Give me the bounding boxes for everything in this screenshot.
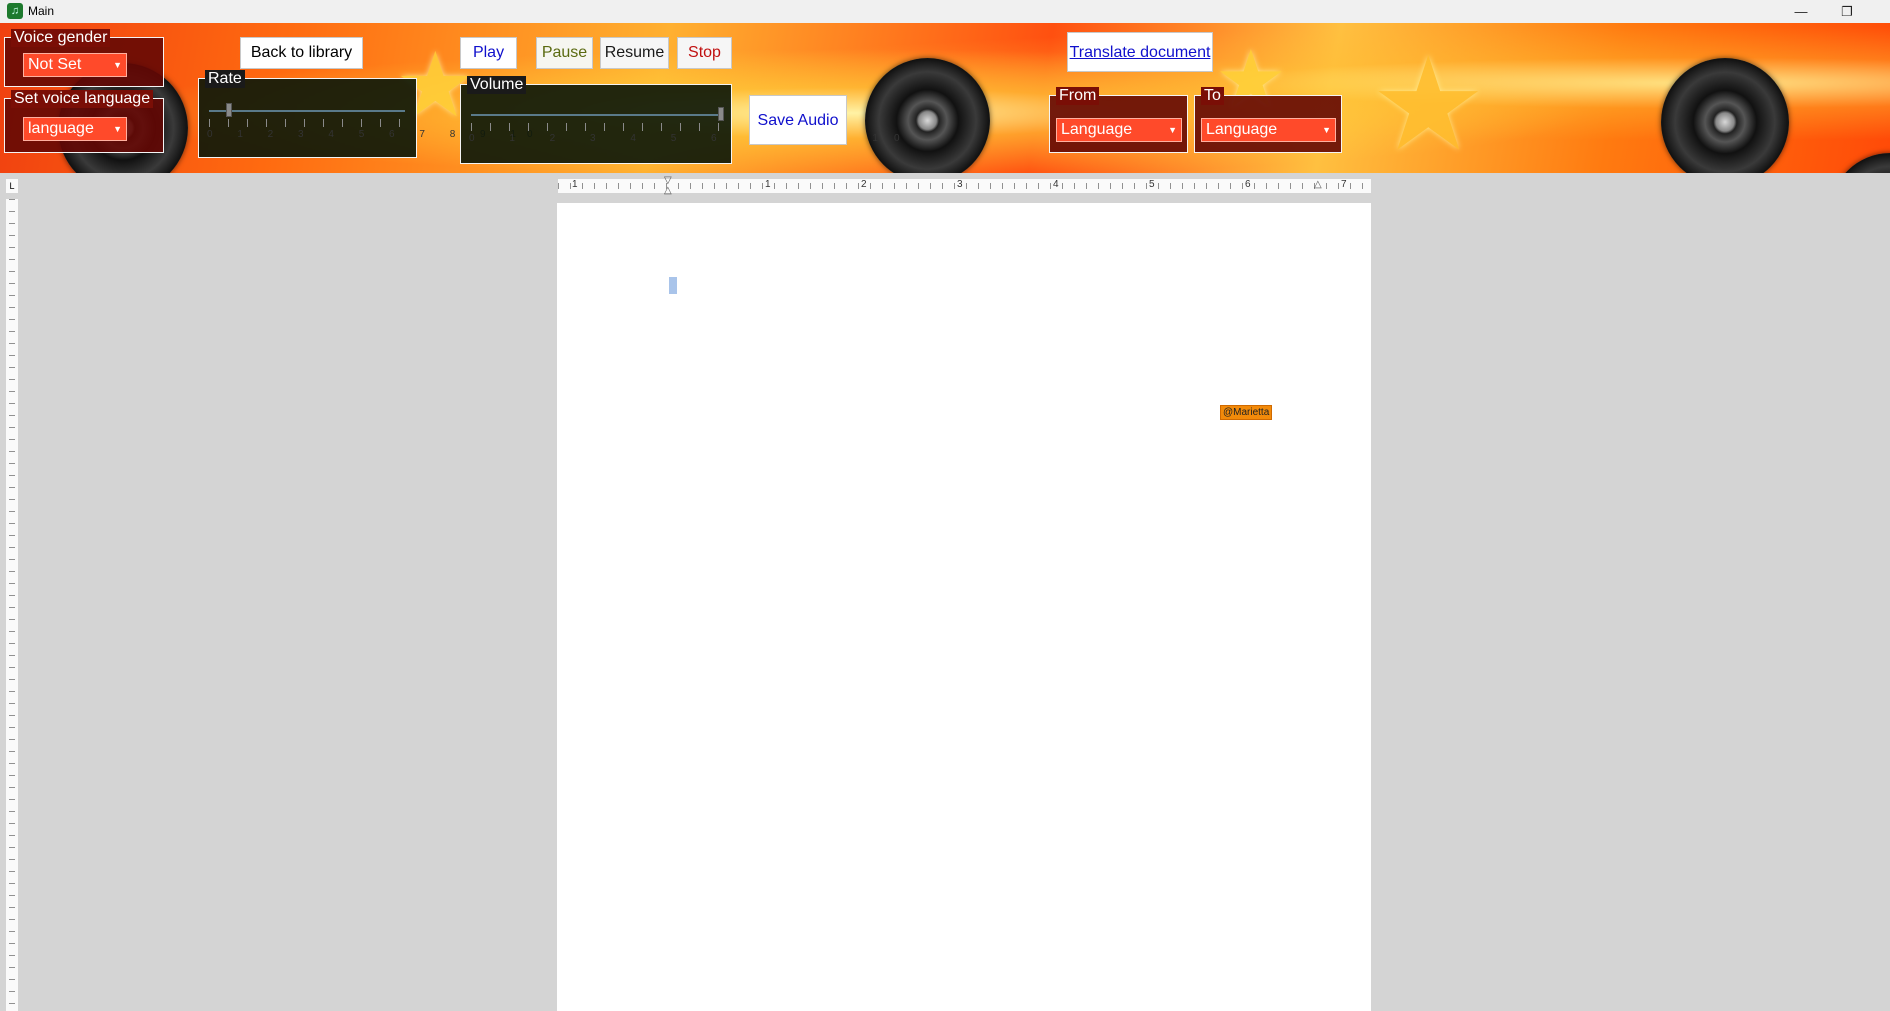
rate-ticks <box>209 119 405 127</box>
horizontal-ruler[interactable]: 1 1 2 3 4 5 6 7 ▽ △ △ <box>558 175 1371 196</box>
from-language-value: Language <box>1061 121 1133 138</box>
voice-gender-group: Voice gender Not Set ▼ <box>4 29 164 87</box>
ruler-mark: 7 <box>1341 179 1347 190</box>
chevron-down-icon: ▼ <box>113 124 122 134</box>
vertical-ruler[interactable] <box>6 199 18 1011</box>
toolbar: ★ ★ ★ Voice gender Not Set ▼ Set voice l… <box>0 23 1890 173</box>
window-title: Main <box>28 4 55 18</box>
voice-gender-select[interactable]: Not Set ▼ <box>23 53 127 77</box>
from-language-select[interactable]: Language ▼ <box>1056 118 1182 142</box>
document-editor[interactable]: L 1 1 2 3 4 5 6 7 ▽ △ △ @Marietta <box>0 173 1890 1011</box>
translate-document-button[interactable]: Translate document <box>1067 32 1213 72</box>
chevron-down-icon: ▼ <box>1168 125 1177 135</box>
voice-language-group: Set voice language language ▼ <box>4 90 164 153</box>
save-audio-button[interactable]: Save Audio <box>749 95 847 145</box>
rate-group: Rate 0 1 2 3 4 5 6 7 8 9 10 <box>198 70 533 158</box>
from-language-group: From Language ▼ <box>1049 87 1188 153</box>
resume-button[interactable]: Resume <box>600 37 669 69</box>
volume-tick-labels: 0 1 2 3 4 5 6 7 8 9 10 <box>469 133 916 144</box>
voice-gender-value: Not Set <box>28 56 82 73</box>
voice-gender-legend: Voice gender <box>11 29 111 47</box>
speaker-decoration-icon <box>1830 153 1890 173</box>
text-caret <box>669 277 677 294</box>
to-language-value: Language <box>1206 121 1278 138</box>
to-language-select[interactable]: Language ▼ <box>1201 118 1336 142</box>
minimize-button[interactable]: — <box>1778 0 1824 23</box>
volume-slider-track <box>471 114 721 116</box>
restore-button[interactable]: ❐ <box>1824 0 1870 23</box>
voice-language-value: language <box>28 120 94 137</box>
volume-ticks <box>471 123 721 131</box>
star-decoration-icon: ★ <box>1370 31 1487 173</box>
right-indent-icon[interactable]: △ <box>1314 179 1322 190</box>
rate-slider-thumb[interactable] <box>225 103 232 117</box>
volume-group: Volume 0 1 2 3 4 5 6 7 8 9 10 <box>460 76 900 164</box>
document-page[interactable]: @Marietta <box>557 203 1371 1011</box>
ruler-ticks <box>9 199 15 1011</box>
rate-slider-track <box>209 110 405 112</box>
speaker-decoration-icon <box>865 58 990 173</box>
ruler-mark: 3 <box>957 179 963 190</box>
ruler-mark: 2 <box>861 179 867 190</box>
play-button[interactable]: Play <box>460 37 517 69</box>
from-legend: From <box>1056 87 1100 105</box>
to-legend: To <box>1201 87 1224 105</box>
ruler-mark: 6 <box>1245 179 1251 190</box>
ruler-mark: 1 <box>765 179 771 190</box>
title-bar: ♫ Main — ❐ <box>0 0 1890 23</box>
back-to-library-button[interactable]: Back to library <box>240 37 363 69</box>
to-language-group: To Language ▼ <box>1194 87 1342 153</box>
volume-slider-thumb[interactable] <box>718 107 724 121</box>
ruler-mark: 1 <box>572 179 578 190</box>
rate-legend: Rate <box>205 70 245 88</box>
chevron-down-icon: ▼ <box>1322 125 1331 135</box>
tab-stop-selector[interactable]: L <box>6 179 18 193</box>
ruler-mark: 5 <box>1149 179 1155 190</box>
voice-language-select[interactable]: language ▼ <box>23 117 127 141</box>
voice-language-legend: Set voice language <box>11 90 154 108</box>
stop-button[interactable]: Stop <box>677 37 732 69</box>
speaker-decoration-icon <box>1661 58 1789 173</box>
app-icon: ♫ <box>7 3 23 19</box>
left-indent-icon[interactable]: △ <box>664 185 672 196</box>
volume-legend: Volume <box>467 76 527 94</box>
pause-button[interactable]: Pause <box>536 37 593 69</box>
author-tag: @Marietta <box>1220 405 1273 420</box>
ruler-mark: 4 <box>1053 179 1059 190</box>
chevron-down-icon: ▼ <box>113 60 122 70</box>
